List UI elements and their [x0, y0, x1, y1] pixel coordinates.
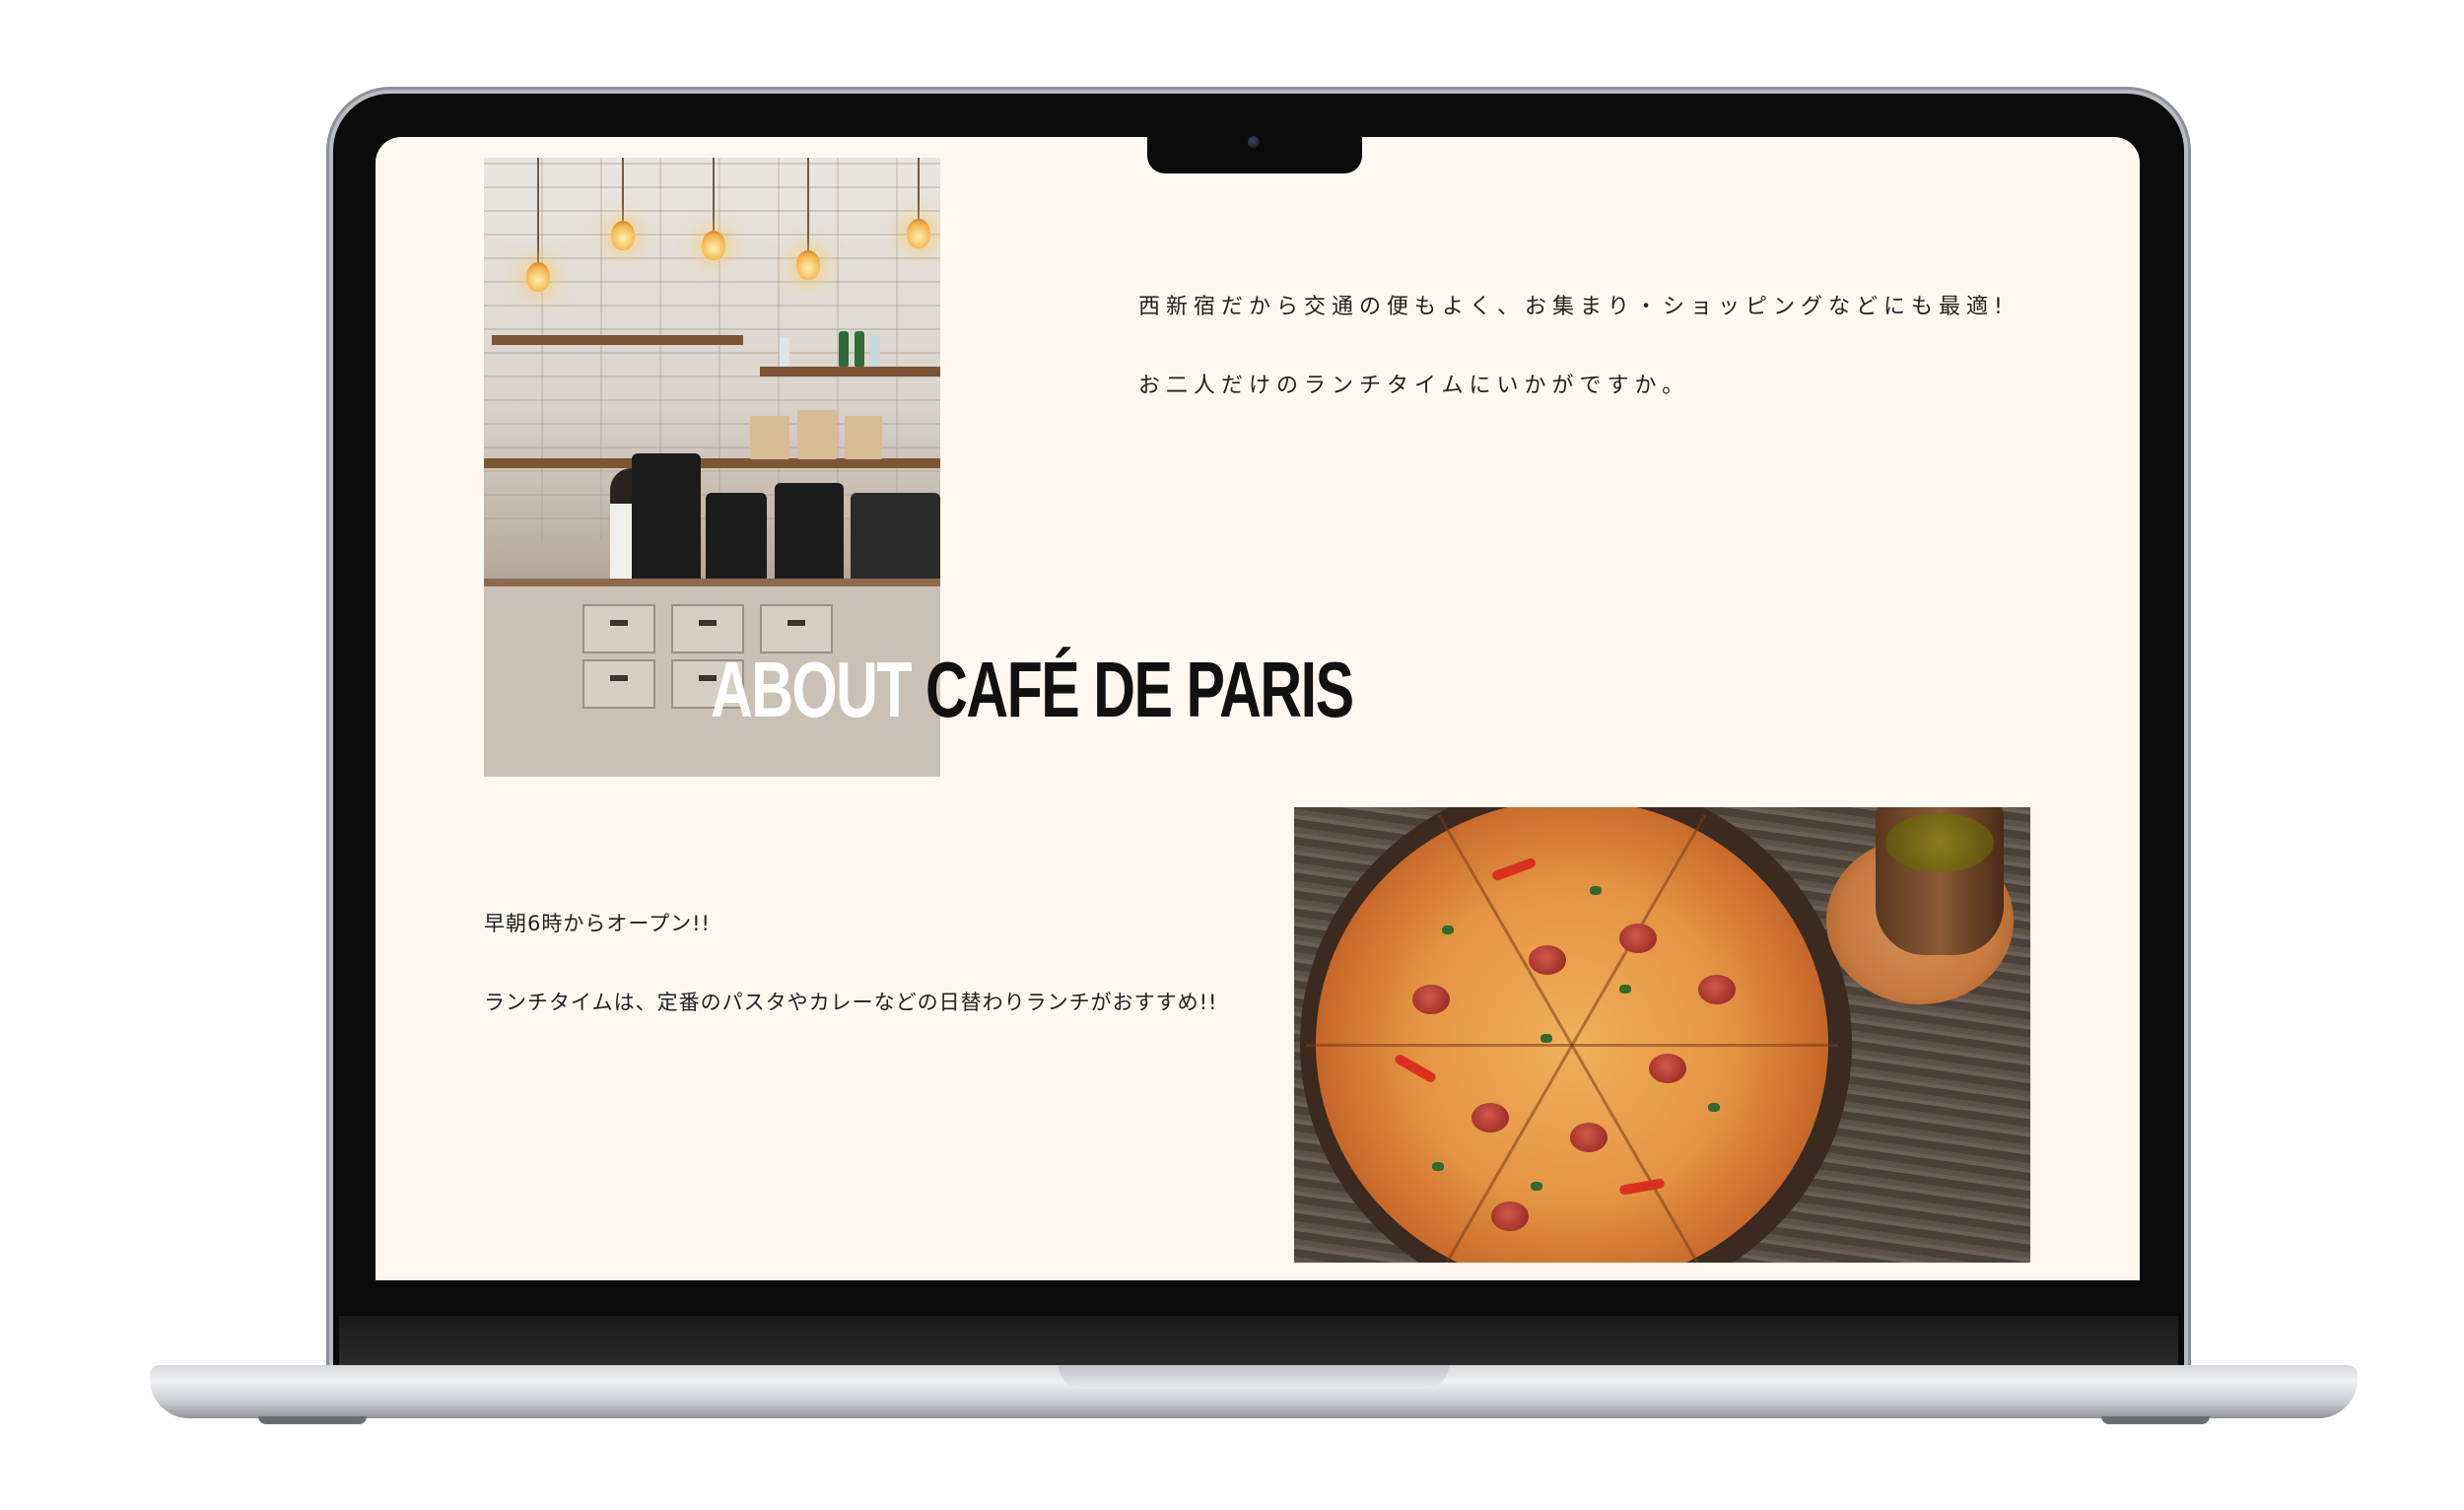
pendant-lamp-cord	[713, 158, 715, 233]
herb	[1432, 1162, 1444, 1171]
bottle	[855, 331, 864, 367]
pizza	[1316, 807, 1828, 1263]
menu-text: 早朝6時からオープン!! ランチタイムは、定番のパスタやカレーなどの日替わりラン…	[484, 907, 1217, 1064]
coffee-bag	[845, 416, 882, 459]
pendant-lamp-icon	[796, 250, 820, 280]
bottle	[870, 335, 880, 367]
slice-cut	[1306, 1044, 1572, 1047]
coffee-bag	[750, 416, 789, 459]
page-title-cafe-name: CAFÉ DE PARIS	[925, 646, 1354, 733]
camera-icon	[1248, 136, 1260, 148]
pepperoni	[1619, 924, 1657, 953]
menu-line: 早朝6時からオープン!!	[484, 912, 711, 935]
pendant-lamp-cord	[622, 158, 624, 223]
pendant-lamp-cord	[807, 158, 809, 252]
bottle	[780, 337, 789, 367]
bottle	[839, 331, 849, 367]
pepperoni	[1491, 1201, 1529, 1231]
herb	[1442, 926, 1454, 934]
pendant-lamp-icon	[907, 219, 930, 248]
intro-text: 西新宿だから交通の便もよく、お集まり・ショッピングなどにも最適! お二人だけのラ…	[1138, 292, 2009, 449]
herb	[1531, 1182, 1542, 1191]
pendant-lamp-cord	[537, 158, 539, 264]
pepperoni	[1529, 945, 1566, 975]
drawer	[582, 604, 655, 654]
wall-shelf	[760, 367, 940, 377]
pendant-lamp-icon	[702, 231, 725, 260]
pepperoni	[1472, 1103, 1509, 1132]
herb	[1590, 886, 1602, 895]
menu-line: ランチタイムは、定番のパスタやカレーなどの日替わりランチがおすすめ!!	[484, 991, 1218, 1014]
pepperoni	[1412, 985, 1450, 1014]
wall-shelf	[492, 335, 743, 345]
laptop-foot-right	[2101, 1416, 2210, 1424]
slice-cut	[1572, 1044, 1838, 1047]
pendant-lamp-cord	[918, 158, 920, 221]
herb	[1619, 985, 1631, 994]
pepperoni	[1698, 975, 1736, 1004]
intro-line: お二人だけのランチタイムにいかがですか。	[1138, 374, 1690, 398]
pizza-photo	[1294, 807, 2030, 1263]
tea	[1885, 813, 1994, 872]
wall-shelf	[484, 458, 940, 468]
herb	[1540, 1034, 1552, 1043]
pendant-lamp-icon	[611, 221, 635, 250]
laptop-hinge	[339, 1316, 2178, 1367]
coffee-bag	[797, 410, 837, 459]
pendant-lamp-icon	[526, 262, 550, 292]
pepperoni	[1570, 1123, 1608, 1152]
page-title: ABOUT CAFÉ DE PARIS	[711, 646, 1354, 734]
page-title-about: ABOUT	[711, 646, 913, 733]
laptop-foot-left	[258, 1416, 367, 1424]
intro-line: 西新宿だから交通の便もよく、お集まり・ショッピングなどにも最適!	[1138, 295, 2009, 319]
screen-bottom-bezel	[339, 1280, 2178, 1316]
drawer	[582, 659, 655, 710]
pepperoni	[1649, 1054, 1686, 1083]
herb	[1708, 1103, 1720, 1112]
laptop-thumb-cutout	[1059, 1365, 1449, 1389]
